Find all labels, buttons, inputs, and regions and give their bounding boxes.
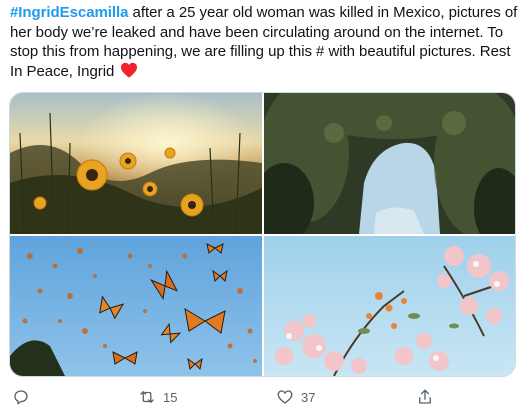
- reply-icon: [14, 390, 28, 405]
- heart-icon: [277, 390, 293, 404]
- retweet-button[interactable]: 15: [138, 388, 177, 406]
- retweet-count: 15: [163, 389, 178, 405]
- retweet-icon: [140, 391, 154, 403]
- share-button[interactable]: [416, 388, 434, 406]
- monarch-butterflies-photo[interactable]: [10, 236, 262, 376]
- like-count: 37: [301, 389, 316, 405]
- red-heart-emoji-icon: [120, 62, 138, 84]
- tweet-text: #IngridEscamilla after a 25 year old wom…: [10, 3, 518, 83]
- media-grid: [9, 92, 516, 377]
- cave-arch-sky-photo[interactable]: [264, 93, 515, 234]
- blossom-branches-photo[interactable]: [264, 236, 515, 376]
- sunflowers-sunset-photo[interactable]: [10, 93, 262, 234]
- like-button[interactable]: 37: [276, 388, 315, 406]
- tweet-actions-bar: 15 37: [0, 384, 524, 414]
- share-icon: [419, 389, 431, 404]
- reply-button[interactable]: [12, 388, 30, 406]
- hashtag-link[interactable]: #IngridEscamilla: [10, 4, 128, 21]
